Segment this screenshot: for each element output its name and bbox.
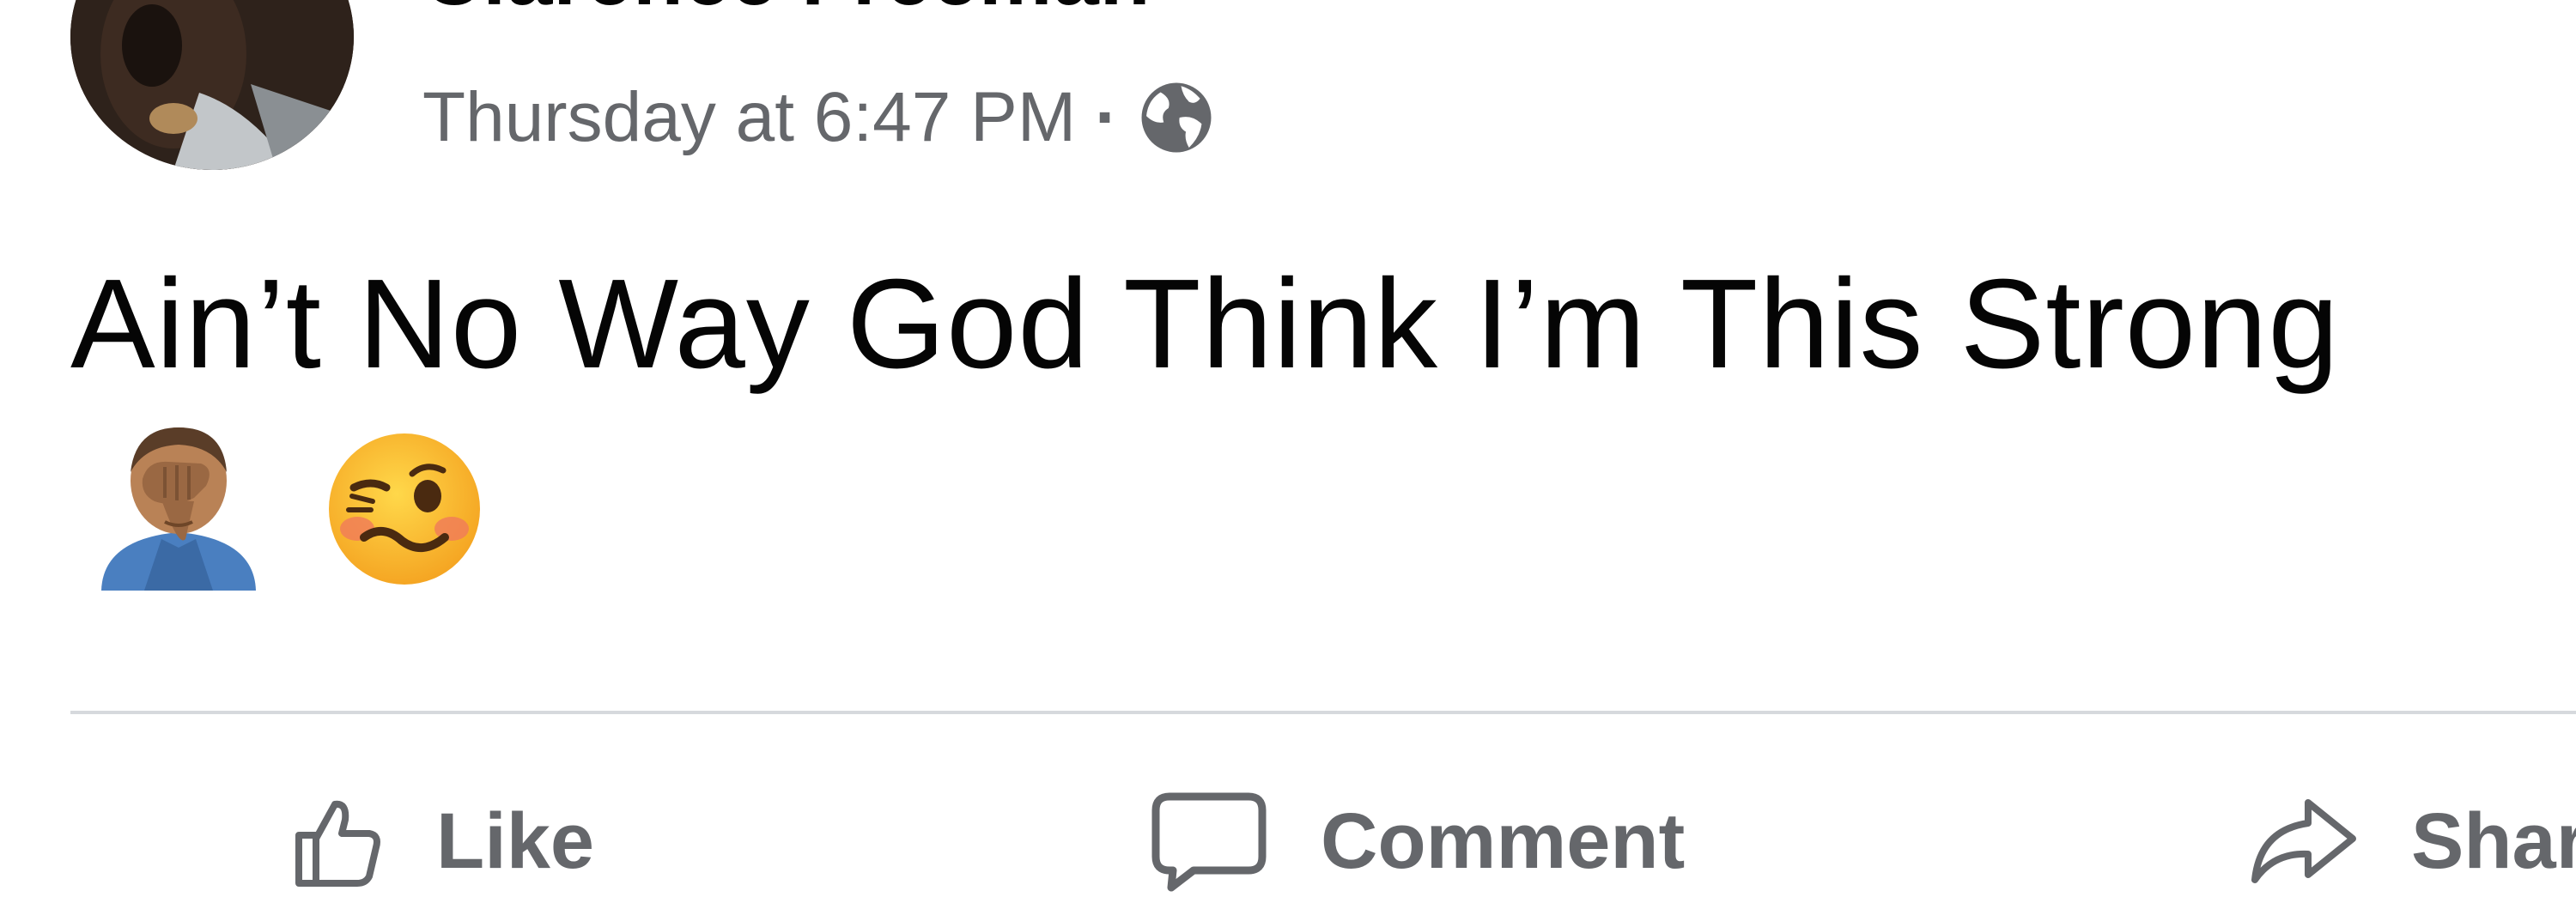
comment-label: Comment <box>1321 797 1686 885</box>
man-facepalming-emoji <box>93 419 264 642</box>
author-name[interactable]: Clarence Freeman <box>422 0 1151 24</box>
post-card: Clarence Freeman Thursday at 6:47 PM · A… <box>0 0 2576 892</box>
like-label: Like <box>436 797 595 885</box>
meta-separator: · <box>1095 78 1119 156</box>
post-text: Ain’t No Way God Think I’m This Strong <box>70 230 2492 642</box>
like-button[interactable]: Like <box>290 785 594 897</box>
post-divider <box>70 711 2576 714</box>
thumbs-up-icon <box>295 800 380 887</box>
post-timestamp[interactable]: Thursday at 6:47 PM <box>422 77 1076 158</box>
comment-button[interactable]: Comment <box>1149 785 1685 897</box>
comment-icon <box>1151 792 1267 892</box>
post-message: Ain’t No Way God Think I’m This Strong <box>70 253 2340 395</box>
share-arrow-icon <box>2251 799 2356 883</box>
woozy-face-emoji <box>323 427 486 642</box>
post-meta: Thursday at 6:47 PM · <box>422 70 1216 165</box>
avatar[interactable] <box>70 0 354 170</box>
share-label: Share <box>2411 797 2576 885</box>
share-button[interactable]: Share <box>2248 785 2576 897</box>
globe-icon[interactable] <box>1137 78 1216 157</box>
avatar-photo <box>70 0 354 170</box>
